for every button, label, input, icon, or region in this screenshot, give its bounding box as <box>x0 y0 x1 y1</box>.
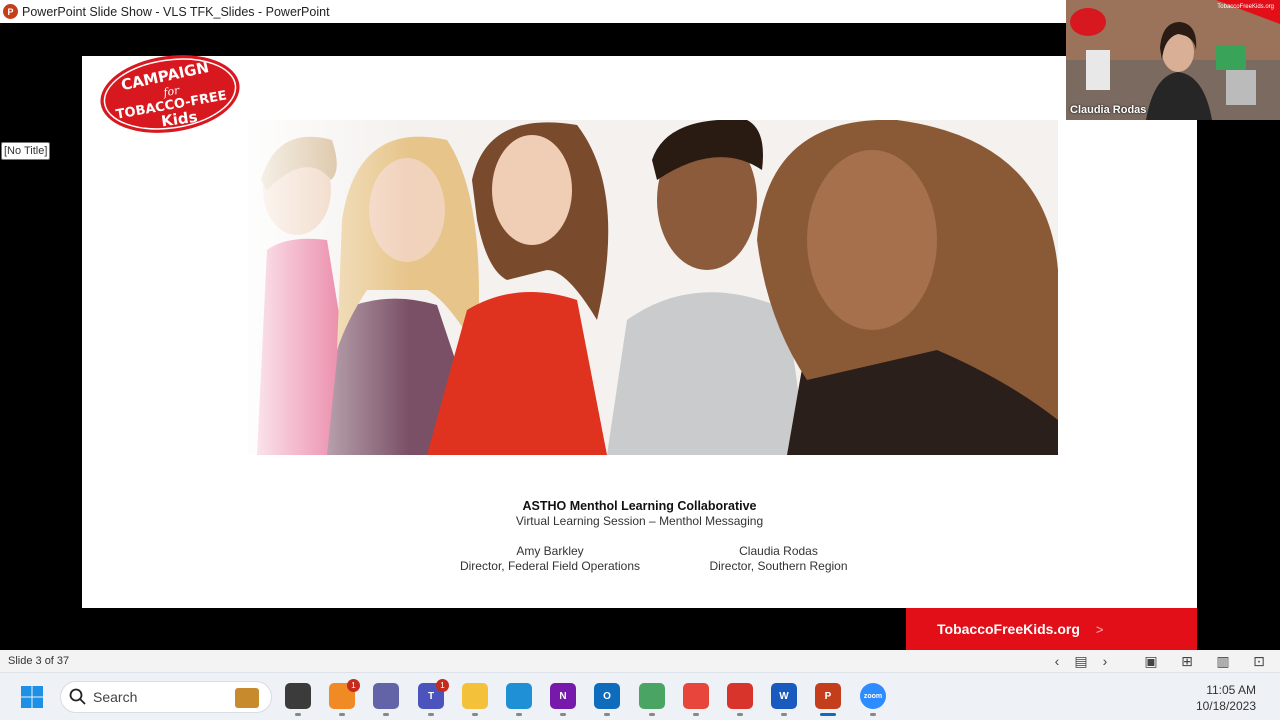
presenter-2: Claudia Rodas Director, Southern Region <box>692 544 865 574</box>
slide[interactable]: CAMPAIGN for TOBACCO-FREE Kids ASTHO Men… <box>82 55 1197 608</box>
clock-date: 10/18/2023 <box>1195 699 1256 713</box>
running-indicator <box>781 713 787 716</box>
windows-taskbar: Search 1 T 1 N O W Pzoom 11:05 AM 10/18/2023 <box>0 672 1280 720</box>
edge-icon[interactable] <box>506 683 532 709</box>
participant-name: Claudia Rodas <box>1070 104 1147 116</box>
acrobat-icon[interactable] <box>727 683 753 709</box>
window-title: PowerPoint Slide Show - VLS TFK_Slides -… <box>22 4 330 19</box>
teams-icon[interactable]: T1 <box>418 679 449 709</box>
footer-link[interactable]: TobaccoFreeKids.org <box>937 621 1080 637</box>
presenter-role: Director, Federal Field Operations <box>459 559 641 573</box>
previous-slide-icon[interactable]: ‹ <box>1048 652 1066 670</box>
file-explorer-icon[interactable] <box>462 683 488 709</box>
word-icon[interactable]: W <box>771 683 797 709</box>
teens-photo <box>247 120 1058 455</box>
presenter-1: Amy Barkley Director, Federal Field Oper… <box>442 544 658 574</box>
search-placeholder: Search <box>93 689 138 705</box>
system-clock[interactable]: 11:05 AM 10/18/2023 <box>1196 682 1256 714</box>
chevron-right-icon: > <box>1095 621 1104 637</box>
taskbar-search[interactable]: Search <box>60 681 272 713</box>
orange-app-icon[interactable]: 1 <box>329 679 360 709</box>
search-icon <box>69 688 86 705</box>
running-indicator <box>693 713 699 716</box>
presenter-role: Director, Southern Region <box>709 559 848 573</box>
outlook-icon[interactable]: O <box>594 683 620 709</box>
running-indicator <box>820 713 836 716</box>
maps-icon[interactable] <box>639 683 665 709</box>
running-indicator <box>295 713 301 716</box>
reading-view-icon[interactable]: ▥ <box>1214 652 1232 670</box>
powerpoint-icon[interactable]: P <box>815 683 841 709</box>
teams-chat-icon[interactable] <box>373 683 399 709</box>
running-indicator <box>604 713 610 716</box>
running-indicator <box>870 713 876 716</box>
file-explorer-task-icon[interactable] <box>285 683 311 709</box>
campaign-logo: CAMPAIGN for TOBACCO-FREE Kids <box>100 55 240 133</box>
slide-counter: Slide 3 of 37 <box>8 655 70 667</box>
next-slide-icon[interactable]: › <box>1096 652 1114 670</box>
slide-title: ASTHO Menthol Learning Collaborative <box>522 499 757 513</box>
windows-start-icon[interactable] <box>20 685 44 709</box>
presenter-name: Claudia Rodas <box>739 544 818 558</box>
notification-badge: 1 <box>436 679 449 692</box>
running-indicator <box>560 713 566 716</box>
slide-show-icon[interactable]: ⊡ <box>1250 652 1268 670</box>
running-indicator <box>516 713 522 716</box>
powerpoint-icon: P <box>3 4 18 19</box>
slide-subtitle: Virtual Learning Session – Menthol Messa… <box>515 514 764 528</box>
zoom-icon[interactable]: zoom <box>860 683 886 709</box>
onenote-icon[interactable]: N <box>550 683 576 709</box>
footer-link-bar[interactable]: TobaccoFreeKids.org > <box>906 608 1197 650</box>
slide-list-icon[interactable]: ▤ <box>1072 652 1090 670</box>
running-indicator <box>472 713 478 716</box>
running-indicator <box>383 713 389 716</box>
chrome-icon[interactable] <box>683 683 709 709</box>
no-title-tooltip: [No Title] <box>1 142 51 160</box>
slide-sorter-icon[interactable]: ⊞ <box>1178 652 1196 670</box>
clock-time: 11:05 AM <box>1206 683 1256 697</box>
running-indicator <box>649 713 655 716</box>
notification-badge: 1 <box>347 679 360 692</box>
briefcase-icon <box>235 688 259 708</box>
normal-view-icon[interactable]: ▣ <box>1142 652 1160 670</box>
presenter-name: Amy Barkley <box>516 544 584 558</box>
running-indicator <box>428 713 434 716</box>
slideshow-statusbar: Slide 3 of 37 ‹ ▤ › ▣ ⊞ ▥ ⊡ <box>0 650 1280 672</box>
running-indicator <box>339 713 345 716</box>
participant-video[interactable]: TobaccoFreeKids.org Claudia Rodas <box>1066 0 1280 120</box>
running-indicator <box>737 713 743 716</box>
video-site-text: TobaccoFreeKids.org <box>1217 4 1274 10</box>
